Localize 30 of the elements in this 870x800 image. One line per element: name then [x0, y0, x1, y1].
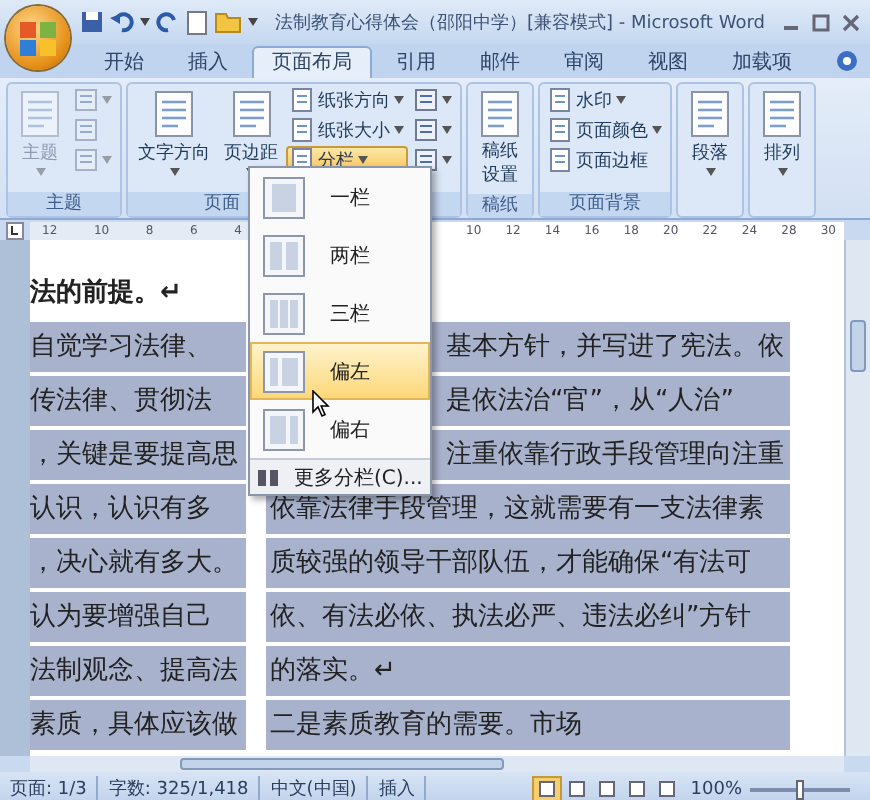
- ribbon-button[interactable]: 稿纸设置: [472, 86, 528, 192]
- ribbon-tab[interactable]: 开始: [84, 46, 164, 78]
- ribbon-tab[interactable]: 加载项: [712, 46, 812, 78]
- menu-item[interactable]: 更多分栏(C)...: [250, 458, 430, 494]
- ribbon-button[interactable]: 文字方向: [132, 86, 216, 180]
- language-indicator[interactable]: 中文(中国): [260, 776, 369, 800]
- page-count[interactable]: 页面: 1/3: [0, 776, 99, 800]
- ribbon-button[interactable]: 段落: [682, 86, 738, 180]
- ribbon-tab[interactable]: 页面布局: [252, 46, 372, 78]
- window-title: 法制教育心得体会（邵阳中学）[兼容模式] - Microsoft Word: [273, 10, 767, 35]
- ribbon-tab[interactable]: 引用: [376, 46, 456, 78]
- ribbon-tab[interactable]: 邮件: [460, 46, 540, 78]
- ribbon-button[interactable]: 纸张方向: [286, 86, 408, 114]
- ribbon-button[interactable]: 排列: [754, 86, 810, 180]
- menu-item[interactable]: 偏左: [250, 342, 430, 400]
- group-label: 稿纸: [468, 194, 532, 218]
- ribbon-tab[interactable]: 审阅: [544, 46, 624, 78]
- ribbon-button[interactable]: 页面边框: [544, 146, 666, 174]
- ribbon-tab[interactable]: 插入: [168, 46, 248, 78]
- ribbon-button[interactable]: 水印: [544, 86, 666, 114]
- group-label: 主题: [8, 192, 120, 216]
- zoom-level[interactable]: 100%: [682, 779, 750, 799]
- menu-item[interactable]: 两栏: [250, 226, 430, 284]
- group-label: 页面背景: [540, 192, 670, 216]
- text-line: 法的前提。↵: [30, 276, 184, 312]
- word-count[interactable]: 字数: 325/1,418: [98, 776, 261, 800]
- ribbon-button[interactable]: 页面颜色: [544, 116, 666, 144]
- ribbon-tab[interactable]: 视图: [628, 46, 708, 78]
- insert-mode[interactable]: 插入: [368, 776, 427, 800]
- ribbon-button[interactable]: 纸张大小: [286, 116, 408, 144]
